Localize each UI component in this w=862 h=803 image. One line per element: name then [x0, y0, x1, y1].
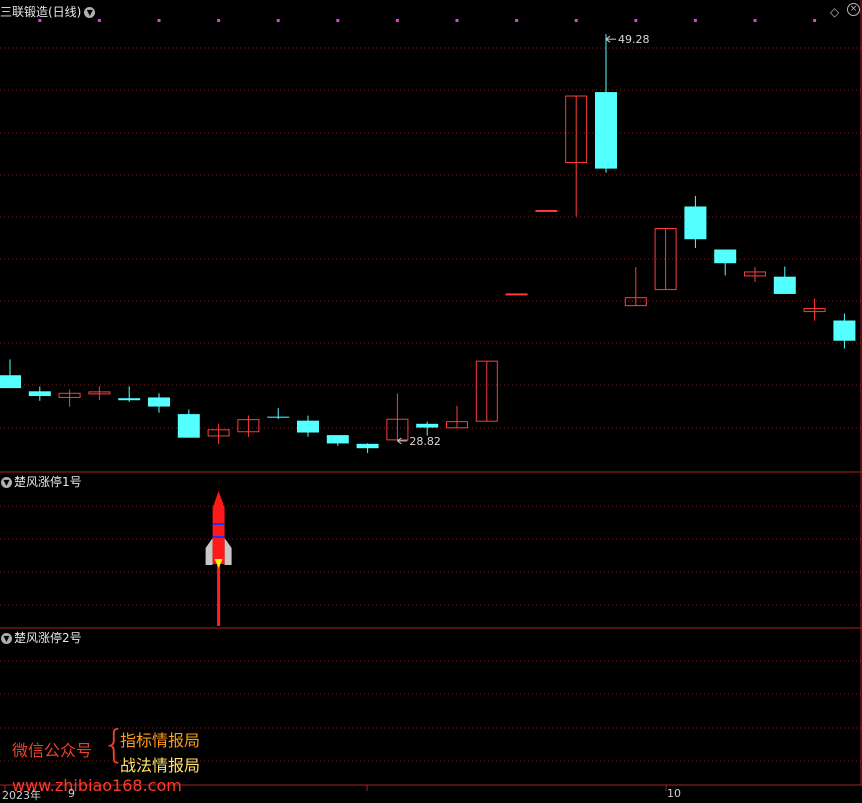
sub-panel-2-title[interactable]: ▼ 楚风涨停2号 [0, 629, 82, 646]
candle [177, 409, 200, 438]
annotation-label: 28.82 [409, 435, 441, 448]
candle [118, 386, 141, 402]
candle [505, 293, 528, 296]
top-marker-row [38, 19, 817, 22]
top-marker [753, 19, 757, 22]
candle-body [267, 416, 290, 418]
watermark-wechat-label: 微信公众号 [12, 741, 93, 760]
rocket-fin-left [205, 538, 213, 565]
top-marker [634, 19, 638, 22]
sub-panel-2-label: 楚风涨停2号 [14, 631, 82, 645]
signal-layer [205, 491, 232, 626]
candle [803, 298, 826, 321]
candle [714, 249, 737, 276]
candle-body [177, 414, 200, 438]
candle-body [595, 92, 617, 169]
candle-body [0, 375, 21, 389]
candles-layer [0, 34, 856, 453]
close-icon[interactable]: × [847, 3, 860, 16]
sub-panel-1-label: 楚风涨停1号 [14, 475, 82, 489]
candle [0, 359, 21, 389]
candle-body [297, 420, 319, 433]
chevron-down-icon[interactable]: ▼ [1, 633, 12, 644]
candle-body [505, 293, 528, 296]
top-marker [455, 19, 459, 22]
candle-body [416, 423, 439, 428]
candle [326, 434, 349, 446]
candle [624, 267, 647, 307]
rocket-signal [205, 491, 232, 626]
top-marker [276, 19, 280, 22]
candle [684, 195, 707, 248]
top-marker [157, 19, 161, 22]
top-marker [574, 19, 578, 22]
stock-title: 三联锻造(日线) [0, 5, 82, 19]
top-marker [813, 19, 817, 22]
candle-body [773, 276, 796, 294]
candle [237, 415, 260, 438]
candle-body [535, 209, 558, 212]
rocket-fin-right [224, 538, 232, 565]
candle-body [148, 397, 170, 407]
candle-body [356, 443, 379, 449]
candle-body [118, 398, 141, 401]
main-panel-title[interactable]: 三联锻造(日线) ▼ [0, 3, 96, 20]
top-marker [515, 19, 519, 22]
chart-grid [0, 47, 862, 762]
x-tick-label: 2023年 [2, 789, 41, 802]
sub-panel-1-title[interactable]: ▼ 楚风涨停1号 [0, 473, 82, 490]
watermark-line-1: 指标情报局 [120, 731, 201, 750]
candle [446, 405, 468, 429]
top-marker [336, 19, 340, 22]
candlestick-chart[interactable]: 49.28 28.82 [0, 0, 862, 802]
candle [744, 266, 766, 283]
rocket-body [212, 491, 225, 564]
candle [535, 209, 558, 212]
candle [475, 360, 498, 422]
annotation-label: 49.28 [618, 33, 650, 46]
candle [88, 386, 111, 401]
candle [565, 95, 588, 217]
candle-body [326, 435, 349, 444]
candle-body [28, 391, 51, 397]
top-marker [97, 19, 101, 22]
candle [58, 389, 81, 407]
top-marker [395, 19, 399, 22]
candle-body [684, 206, 707, 240]
x-tick-label: 10 [667, 787, 681, 800]
candle [773, 266, 796, 294]
top-marker [217, 19, 221, 22]
candle [207, 423, 230, 445]
candle [148, 393, 170, 413]
candle [267, 408, 290, 420]
candle-body [833, 320, 856, 341]
diamond-icon[interactable]: ◇ [830, 5, 839, 19]
candle [356, 443, 379, 453]
watermark-line-2: 战法情报局 [120, 756, 201, 775]
top-marker [693, 19, 697, 22]
candle [297, 415, 319, 437]
chevron-down-icon[interactable]: ▼ [84, 7, 96, 18]
chevron-down-icon[interactable]: ▼ [1, 477, 12, 488]
x-tick-label: 9 [68, 787, 75, 800]
candle [28, 386, 51, 401]
candle [595, 34, 617, 173]
candle [416, 421, 439, 436]
candle-body [714, 249, 737, 264]
candle [386, 393, 409, 441]
